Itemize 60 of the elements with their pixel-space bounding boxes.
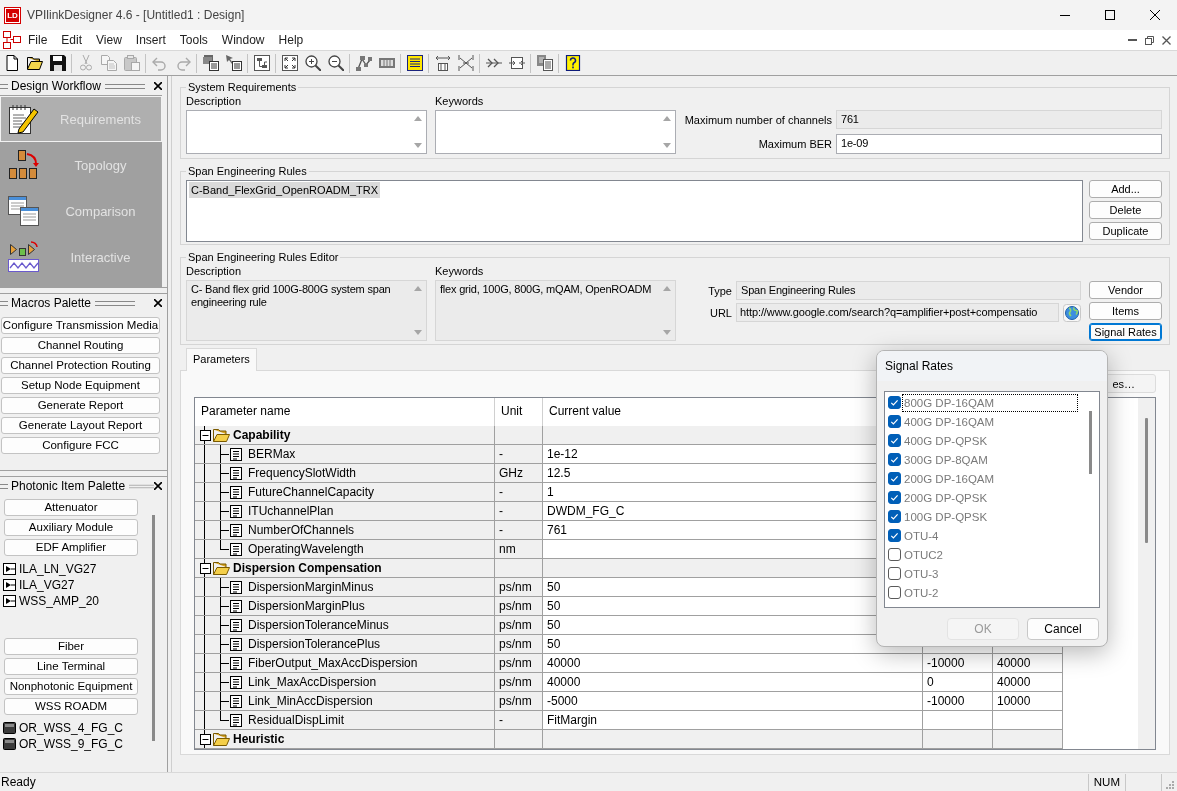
table-cell: 0 xyxy=(923,673,993,692)
parameter-name: Link_MinAccDispersion xyxy=(248,693,373,710)
table-cell: ps/nm xyxy=(495,654,543,673)
table-cell: FitMargin xyxy=(543,711,923,730)
field-label: Maximum number of channels xyxy=(684,113,832,126)
parameter-name: BERMax xyxy=(248,446,296,463)
table-cell: 40000 xyxy=(543,654,923,673)
table-cell: ps/nm xyxy=(495,578,543,597)
panel-title: Design Workflow xyxy=(11,79,101,93)
parameter-name: DispersionTolerancePlus xyxy=(248,636,381,653)
dialog-title: Signal Rates xyxy=(877,351,1107,381)
table-cell: - xyxy=(495,711,543,730)
parameter-name: OperatingWavelength xyxy=(248,541,364,558)
table-cell: - xyxy=(495,445,543,464)
field-label: URL xyxy=(709,306,732,319)
field-label: Type xyxy=(707,284,732,297)
table-cell: 40000 xyxy=(543,673,923,692)
parameter-name: FutureChannelCapacity xyxy=(248,484,375,501)
table-cell: 40000 xyxy=(993,654,1063,673)
field-label: Keywords xyxy=(435,264,485,278)
parameter-name: DispersionMarginMinus xyxy=(248,579,374,596)
table-cell: 10000 xyxy=(993,692,1063,711)
table-cell: -5000 xyxy=(543,692,923,711)
table-cell: GHz xyxy=(495,464,543,483)
table-cell: nm xyxy=(495,540,543,559)
status-indicator: NUM xyxy=(1087,773,1126,791)
panel-title: Photonic Item Palette xyxy=(11,479,126,493)
table-cell: -10000 xyxy=(923,692,993,711)
table-cell: - xyxy=(495,502,543,521)
parameter-name: Link_MaxAccDispersion xyxy=(248,674,377,691)
parameter-name: NumberOfChannels xyxy=(248,522,355,539)
field-label: Maximum BER xyxy=(757,138,832,150)
table-cell: 40000 xyxy=(993,673,1063,692)
group-name: Heuristic xyxy=(233,731,285,748)
parameter-name: DispersionMarginPlus xyxy=(248,598,365,615)
table-cell: - xyxy=(495,483,543,502)
field-label: Description xyxy=(186,94,243,108)
parameter-name: ResidualDispLimit xyxy=(248,712,345,729)
field-label: Keywords xyxy=(435,94,485,108)
window-title: VPIlinkDesigner 4.6 - [Untitled1 : Design] xyxy=(27,8,245,22)
app-logo: LD xyxy=(4,6,21,24)
group-name: Dispersion Compensation xyxy=(233,560,382,577)
panel-title: Macros Palette xyxy=(11,296,92,310)
table-cell: ps/nm xyxy=(495,692,543,711)
group-title: System Requirements xyxy=(187,80,298,94)
group-title: Span Engineering Rules xyxy=(187,164,308,178)
parameter-name: FiberOutput_MaxAccDispersion xyxy=(248,655,418,672)
parameter-name: DispersionToleranceMinus xyxy=(248,617,389,634)
table-cell: ps/nm xyxy=(495,635,543,654)
status-text: Ready xyxy=(0,775,36,789)
table-cell: -10000 xyxy=(923,654,993,673)
table-cell: ps/nm xyxy=(495,597,543,616)
group-name: Capability xyxy=(233,427,291,444)
table-cell: - xyxy=(495,521,543,540)
table-cell: ps/nm xyxy=(495,616,543,635)
parameter-name: ITUchannelPlan xyxy=(248,503,334,520)
field-label: Description xyxy=(186,264,243,278)
table-cell: ps/nm xyxy=(495,673,543,692)
parameter-name: FrequencySlotWidth xyxy=(248,465,357,482)
group-title: Span Engineering Rules Editor xyxy=(187,250,340,264)
